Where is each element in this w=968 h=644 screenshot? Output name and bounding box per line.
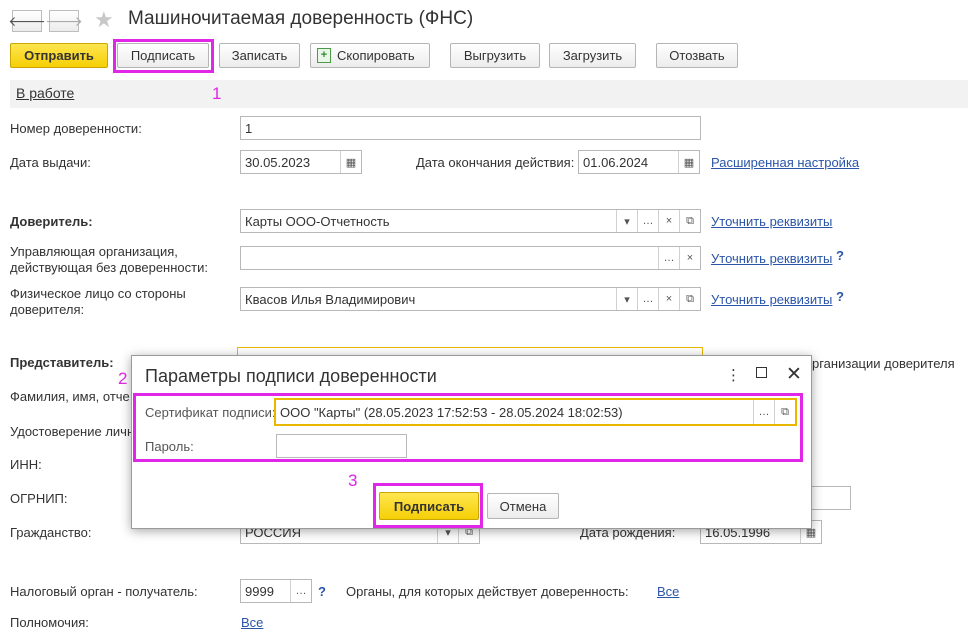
- window-title: Машиночитаемая доверенность (ФНС): [128, 8, 474, 29]
- id-doc-label: Удостоверение личн: [10, 424, 135, 439]
- fio-label: Фамилия, имя, отче: [10, 389, 130, 404]
- representative-label: Представитель:: [10, 355, 114, 370]
- powers-label: Полномочия:: [10, 615, 89, 630]
- more-icon[interactable]: …: [658, 247, 679, 269]
- export-button[interactable]: Выгрузить: [450, 43, 540, 68]
- dialog-cancel-button[interactable]: Отмена: [487, 493, 559, 519]
- bodies-label: Органы, для которых действует довереннос…: [346, 584, 629, 599]
- copy-icon: +: [317, 48, 331, 63]
- forward-button[interactable]: 🡒: [45, 10, 83, 32]
- citizenship-label: Гражданство:: [10, 525, 92, 540]
- principal-field[interactable]: Карты ООО-Отчетность ▾ … × ⧉: [240, 209, 701, 233]
- more-icon[interactable]: …: [290, 580, 311, 602]
- help-icon[interactable]: ?: [836, 289, 844, 304]
- dropdown-icon[interactable]: ▾: [616, 210, 637, 232]
- representative-org-text: рганизации доверителя: [812, 356, 955, 371]
- revoke-button[interactable]: Отозвать: [656, 43, 738, 68]
- end-date-label: Дата окончания действия:: [416, 155, 575, 170]
- highlight-1: [113, 39, 214, 73]
- bodies-link[interactable]: Все: [657, 584, 679, 599]
- dialog-title: Параметры подписи доверенности: [145, 366, 437, 386]
- tax-authority-label: Налоговый орган - получатель:: [10, 584, 198, 599]
- help-icon[interactable]: ?: [836, 248, 844, 263]
- back-button[interactable]: 🡐: [8, 10, 46, 32]
- issue-date-value: 30.05.2023: [245, 154, 311, 170]
- principal-value: Карты ООО-Отчетность: [245, 213, 390, 229]
- copy-button[interactable]: + Скопировать: [310, 43, 430, 68]
- person-label-line2: доверителя:: [10, 302, 85, 317]
- more-icon[interactable]: …: [637, 210, 658, 232]
- number-field[interactable]: 1: [240, 116, 701, 140]
- managing-org-clarify-link[interactable]: Уточнить реквизиты: [711, 251, 832, 266]
- calendar-icon[interactable]: ▦: [678, 151, 699, 173]
- annotation-1: 1: [212, 84, 222, 103]
- close-icon[interactable]: ✕: [786, 363, 802, 386]
- issue-date-label: Дата выдачи:: [10, 155, 91, 170]
- annotation-2: 2: [118, 369, 128, 388]
- maximize-icon[interactable]: [756, 367, 767, 378]
- annotation-3: 3: [348, 471, 358, 490]
- open-icon[interactable]: ⧉: [679, 288, 700, 310]
- principal-label: Доверитель:: [10, 214, 93, 229]
- calendar-icon[interactable]: ▦: [340, 151, 361, 173]
- advanced-settings-link[interactable]: Расширенная настройка: [711, 155, 859, 170]
- end-date-field[interactable]: 01.06.2024 ▦: [578, 150, 700, 174]
- tax-authority-field[interactable]: 9999 …: [240, 579, 312, 603]
- inn-label: ИНН:: [10, 457, 42, 472]
- import-button[interactable]: Загрузить: [549, 43, 636, 68]
- principal-clarify-link[interactable]: Уточнить реквизиты: [711, 214, 832, 229]
- highlight-2: [133, 393, 803, 462]
- menu-icon[interactable]: ⋮: [726, 366, 741, 384]
- more-icon[interactable]: …: [637, 288, 658, 310]
- status-band: [10, 80, 968, 108]
- highlight-3: [373, 483, 483, 528]
- clear-icon[interactable]: ×: [679, 247, 700, 269]
- copy-button-label: Скопировать: [337, 48, 415, 63]
- ogrnip-label: ОГРНИП:: [10, 491, 68, 506]
- powers-link[interactable]: Все: [241, 615, 263, 630]
- issue-date-field[interactable]: 30.05.2023 ▦: [240, 150, 362, 174]
- end-date-value: 01.06.2024: [583, 154, 649, 170]
- person-clarify-link[interactable]: Уточнить реквизиты: [711, 292, 832, 307]
- managing-org-label-line2: действующая без доверенности:: [10, 260, 208, 275]
- arrow-left-icon: 🡐: [8, 12, 46, 29]
- person-value: Квасов Илья Владимирович: [245, 291, 416, 307]
- tax-authority-value: 9999: [245, 583, 274, 599]
- number-label: Номер доверенности:: [10, 121, 142, 136]
- dropdown-icon[interactable]: ▾: [616, 288, 637, 310]
- send-button[interactable]: Отправить: [10, 43, 108, 68]
- favorite-star-icon[interactable]: ★: [94, 8, 114, 32]
- clear-icon[interactable]: ×: [658, 288, 679, 310]
- status-link[interactable]: В работе: [16, 85, 74, 101]
- arrow-right-icon: 🡒: [45, 12, 83, 29]
- managing-org-field[interactable]: … ×: [240, 246, 701, 270]
- person-label-line1: Физическое лицо со стороны: [10, 286, 186, 301]
- help-icon[interactable]: ?: [318, 584, 326, 599]
- save-button[interactable]: Записать: [219, 43, 300, 68]
- clear-icon[interactable]: ×: [658, 210, 679, 232]
- managing-org-label-line1: Управляющая организация,: [10, 244, 178, 259]
- open-icon[interactable]: ⧉: [679, 210, 700, 232]
- person-field[interactable]: Квасов Илья Владимирович ▾ … × ⧉: [240, 287, 701, 311]
